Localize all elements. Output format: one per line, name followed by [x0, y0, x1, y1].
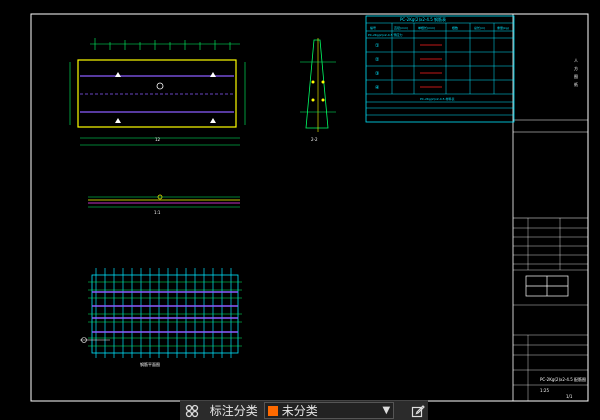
table-row-id-3: ③ — [375, 71, 379, 77]
reinforcement-plan-label: 钢筋平面图 — [140, 361, 160, 367]
title-block-rows — [513, 218, 588, 401]
table-header-0: 编号 — [370, 25, 376, 30]
title-vertical-4: 纸 — [574, 81, 578, 87]
drawing-border — [30, 13, 589, 402]
drawing-sheet: 1/1 — [566, 394, 573, 399]
chevron-down-icon[interactable]: ▼ — [383, 405, 391, 416]
table-header-2: 单根长(mm) — [418, 25, 435, 30]
drawing-number: PC-2Kg(2)x2-4.5 配筋图 — [540, 376, 586, 382]
table-header-4: 总长(m) — [474, 25, 485, 30]
section-view: 2-2 — [300, 38, 336, 142]
cad-drawing-canvas[interactable]: 人 方 图 纸 PC-2Kg(2)x2-4.5 配筋图 1:25 1/1 12 — [0, 0, 600, 419]
annotation-category-icon[interactable] — [180, 401, 204, 420]
reinforcement-plan: 钢筋平面图 — [80, 268, 242, 367]
top-plan-dim: 12 — [155, 137, 161, 142]
table-header-3: 根数 — [452, 25, 458, 30]
section-label: 2-2 — [311, 137, 318, 142]
title-vertical-2: 方 — [574, 65, 578, 71]
title-vertical-1: 人 — [574, 58, 578, 63]
top-plan-view: 12 — [69, 38, 246, 146]
annotation-toolbar: 标注分类 未分类 ▼ — [180, 400, 428, 420]
table-title: PC-2Kg(2)x2-4.5 钢筋表 — [400, 16, 446, 22]
table-first-row: PC-2Kg(2)x2-4.5 预应力 — [368, 32, 403, 37]
table-row-id-1: ① — [375, 43, 380, 49]
title-vertical-3: 图 — [574, 73, 578, 79]
toolbar-label: 标注分类 — [209, 404, 258, 418]
table-row-id-4: ④ — [375, 85, 380, 91]
table-row-id-2: ② — [375, 57, 380, 63]
drawing-scale: 1:25 — [540, 388, 549, 393]
table-header-1: 直径(mm) — [394, 25, 408, 30]
category-color-swatch — [267, 405, 278, 416]
category-select[interactable]: 未分类 ▼ — [263, 402, 395, 419]
table-header-5: 重量(kg) — [497, 25, 509, 30]
edit-icon[interactable] — [408, 401, 428, 420]
side-view: 1:1 — [88, 194, 240, 215]
title-block — [512, 13, 589, 402]
category-value: 未分类 — [281, 404, 318, 418]
table-sub-title: PC-2Kg(2)x2-4.5 材料表 — [420, 96, 455, 101]
side-view-label: 1:1 — [154, 210, 161, 215]
rebar-table: PC-2Kg(2)x2-4.5 钢筋表 编号 直径(mm) 单根长(mm) 根数… — [365, 15, 515, 123]
